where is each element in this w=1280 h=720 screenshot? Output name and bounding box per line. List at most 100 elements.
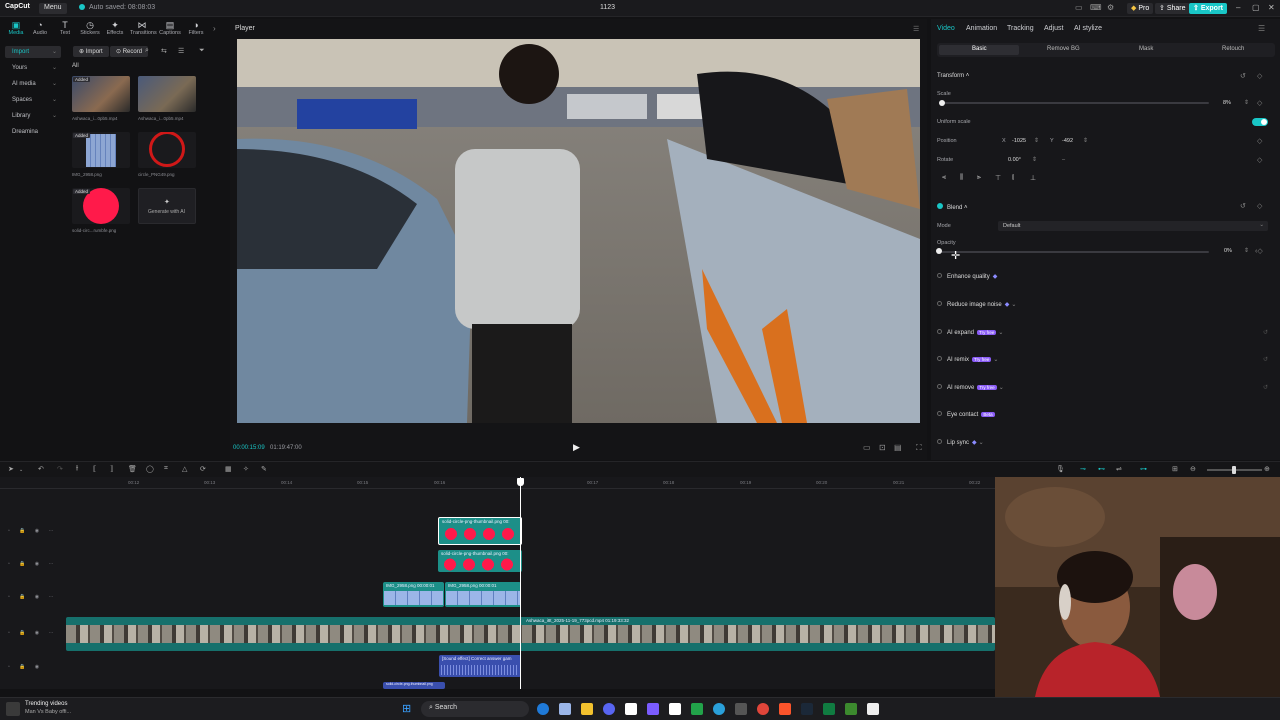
timeline-clip-img-1[interactable]: IMG_2958.png 00:00:01 <box>383 582 444 607</box>
reset-icon[interactable]: ↺ <box>1240 202 1246 210</box>
sidebar-item-library[interactable]: Library ⌄ <box>5 110 61 122</box>
scale-slider[interactable] <box>939 102 1209 104</box>
feature-ai-expand[interactable]: AI expand Try free ⌄ ↺ <box>937 329 1272 341</box>
keyframe-icon[interactable]: ◇ <box>1257 99 1262 107</box>
reset-icon[interactable]: ↺ <box>1263 384 1268 391</box>
timeline-clip-circle-2[interactable]: solid-circle-png-thumbnail.png 00: <box>438 550 522 572</box>
ai-edit-icon[interactable]: ✎ <box>261 465 267 473</box>
filter-icon[interactable]: ⏷ <box>199 47 205 55</box>
feature-ai-remove[interactable]: AI remove Try free ⌄ ↺ <box>937 384 1272 396</box>
keyframe-icon[interactable]: ◇ <box>1257 202 1262 210</box>
settings-icon[interactable]: ⚙ <box>1107 3 1114 12</box>
player-menu-icon[interactable]: ☰ <box>913 25 919 33</box>
subtab-mask[interactable]: Mask <box>1139 46 1153 52</box>
news-subtitle[interactable]: Man Vs Baby offi... <box>25 709 71 715</box>
feature-checkbox[interactable] <box>937 384 942 389</box>
align-middle-icon[interactable]: ⫾ <box>1012 174 1014 182</box>
tool-captions[interactable]: ▤ Captions <box>158 20 182 36</box>
tab-video[interactable]: Video <box>937 25 955 32</box>
linkage-icon[interactable]: ⇌ <box>1116 465 1122 473</box>
settings-app-icon[interactable] <box>735 703 747 715</box>
brave-icon[interactable] <box>779 703 791 715</box>
more-tools-chevron-icon[interactable]: › <box>213 24 216 33</box>
video-preview[interactable] <box>237 39 920 423</box>
edge-icon[interactable] <box>537 703 549 715</box>
sort-icon[interactable]: ☰ <box>178 47 184 55</box>
delete-icon[interactable]: 🗑 <box>128 465 137 473</box>
feature-checkbox[interactable] <box>937 356 942 361</box>
frame-icon[interactable]: ▦ <box>225 465 232 473</box>
rotate-tool-icon[interactable]: ⟳ <box>200 465 206 473</box>
zoom-out-icon[interactable]: ⊖ <box>1190 465 1196 473</box>
close-icon[interactable]: ✕ <box>1268 3 1275 12</box>
search-icon[interactable]: ⌕ <box>145 47 149 55</box>
zoom-in-icon[interactable]: ⊕ <box>1264 465 1270 473</box>
redo-icon[interactable]: ↷ <box>57 465 63 473</box>
feature-lip-sync[interactable]: Lip sync ◆ ⌄ <box>937 439 1272 451</box>
tool-stickers[interactable]: ◷ Stickers <box>78 20 102 36</box>
news-thumb-icon[interactable] <box>6 702 20 716</box>
scale-value[interactable]: 8% <box>1223 100 1231 106</box>
keyframe-icon[interactable]: ‹◇ <box>1255 247 1263 255</box>
track-controls[interactable]: ▫ 🔒 ◉ ⋯ <box>8 528 58 534</box>
media-thumb-ring[interactable] <box>138 132 196 168</box>
layout-icon[interactable]: ▭ <box>1075 3 1083 12</box>
split-right-icon[interactable]: ⟧ <box>110 465 113 473</box>
sidebar-item-ai-media[interactable]: AI media ⌄ <box>5 78 61 90</box>
align-center-h-icon[interactable]: ⫼ <box>960 174 963 182</box>
subtab-retouch[interactable]: Retouch <box>1222 46 1244 52</box>
steam-icon[interactable] <box>801 703 813 715</box>
zoom-slider-knob[interactable] <box>1232 466 1236 474</box>
news-title[interactable]: Trending videos <box>25 701 67 707</box>
time-ruler[interactable]: 00:12 00:13 00:14 00:15 00:16 00:17 00:1… <box>0 477 995 489</box>
xbox-icon[interactable] <box>823 703 835 715</box>
minimize-icon[interactable]: – <box>1236 3 1240 12</box>
align-left-icon[interactable]: ⫷ <box>942 174 946 182</box>
feature-eye-contact[interactable]: Eye contact Beta <box>937 411 1272 423</box>
panel-menu-icon[interactable]: ☰ <box>1258 24 1265 33</box>
sidebar-item-import[interactable]: Import ⌄ <box>5 46 61 58</box>
tool-media[interactable]: ▣ Media <box>4 20 28 36</box>
timeline-audio-clip[interactable]: [Sound effect] Correct answer gam <box>439 655 521 677</box>
rotate-dash[interactable]: – <box>1062 157 1065 163</box>
playhead[interactable] <box>520 477 521 689</box>
notion-icon[interactable] <box>625 703 637 715</box>
keyframe-icon[interactable]: ◇ <box>1257 72 1262 80</box>
tab-animation[interactable]: Animation <box>966 25 997 32</box>
reset-icon[interactable]: ↺ <box>1263 329 1268 336</box>
feature-enhance-quality[interactable]: Enhance quality ◆ <box>937 273 1272 285</box>
telegram-icon[interactable] <box>713 703 725 715</box>
select-tool-icon[interactable]: ➤ <box>8 465 14 473</box>
timeline-text-clip[interactable]: solid-circle-png-thumbnail.png <box>383 682 445 689</box>
feature-checkbox[interactable] <box>937 301 942 306</box>
microphone-icon[interactable]: 🎙 <box>1056 465 1065 473</box>
timeline[interactable]: 00:12 00:13 00:14 00:15 00:16 00:17 00:1… <box>0 477 995 689</box>
fit-icon[interactable]: ⊞ <box>1172 465 1178 473</box>
pro-button[interactable]: ◆ Pro <box>1127 3 1154 14</box>
sidebar-item-yours[interactable]: Yours ⌄ <box>5 62 61 74</box>
generate-with-ai-tile[interactable]: ✦ Generate with AI <box>138 188 196 224</box>
crop-icon[interactable]: ⊡ <box>879 443 886 452</box>
tab-ai-stylize[interactable]: AI stylize <box>1074 25 1102 32</box>
excel-icon[interactable] <box>691 703 703 715</box>
mirror-icon[interactable]: △ <box>182 465 187 473</box>
media-thumb-circle[interactable]: Added <box>72 188 130 224</box>
taskbar-search[interactable]: ⌕ Search <box>421 701 529 717</box>
all-filter[interactable]: All <box>72 63 79 69</box>
keyframe-icon[interactable]: ◇ <box>1257 137 1262 145</box>
timeline-main-video-clip[interactable]: Ashwaca_i8t_2025-11-19_773pcd.mp4 01:19:… <box>66 617 995 651</box>
reset-icon[interactable]: ↺ <box>1263 356 1268 363</box>
project-title[interactable]: 1123 <box>600 4 615 11</box>
magic-icon[interactable]: ✧ <box>243 465 249 473</box>
feature-checkbox[interactable] <box>937 439 942 444</box>
share-button[interactable]: ⇪ Share <box>1155 3 1190 14</box>
sidebar-item-dreamina[interactable]: Dreamina <box>5 126 61 138</box>
ratio-icon[interactable]: ▭ <box>863 443 871 452</box>
import-button[interactable]: ⊕ Import <box>73 46 109 57</box>
opacity-slider-knob[interactable] <box>936 248 942 254</box>
track-controls[interactable]: ▫ 🔒 ◉ <box>8 664 43 670</box>
select-icon[interactable]: ⇆ <box>161 47 167 55</box>
record-button[interactable]: ⊙ Record <box>110 46 149 57</box>
stepper-icon[interactable]: ⇕ <box>1244 99 1249 106</box>
scale-slider-knob[interactable] <box>939 100 945 106</box>
